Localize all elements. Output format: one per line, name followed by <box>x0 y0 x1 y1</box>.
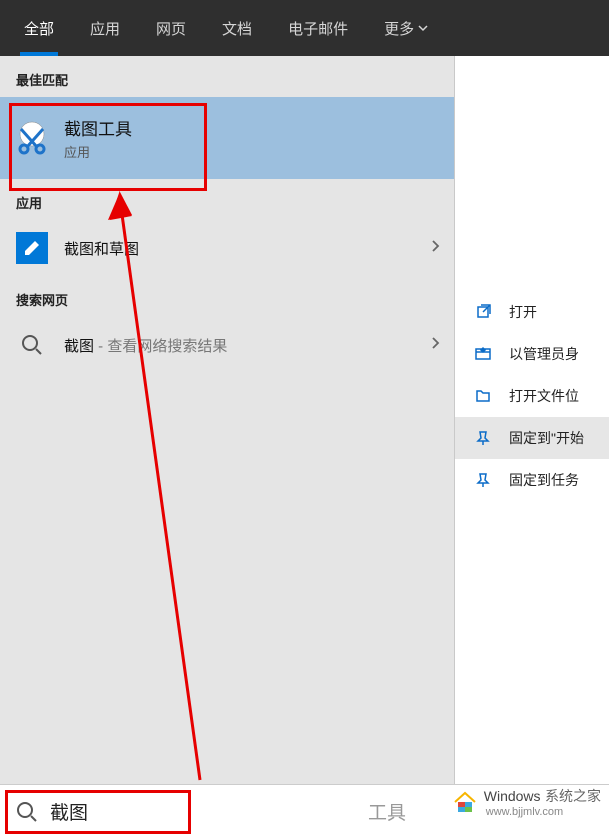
snip-sketch-icon <box>14 230 50 266</box>
action-label: 打开 <box>509 302 537 322</box>
best-match-title: 截图工具 <box>64 115 132 140</box>
action-open-location[interactable]: 打开文件位 <box>455 375 609 417</box>
folder-icon <box>473 388 493 404</box>
tab-email[interactable]: 电子邮件 <box>270 0 366 56</box>
results-left: 最佳匹配 截图工具 应用 应用 <box>0 56 455 784</box>
action-label: 固定到任务 <box>509 470 579 490</box>
action-pin-taskbar[interactable]: 固定到任务 <box>455 459 609 501</box>
action-label: 打开文件位 <box>509 386 579 406</box>
pin-icon <box>473 472 493 488</box>
watermark: Windows 系统之家 www.bjjmlv.com <box>452 786 601 818</box>
chevron-down-icon <box>418 20 428 37</box>
watermark-line2: 系统之家 <box>545 788 601 804</box>
tab-label: 电子邮件 <box>288 18 348 39</box>
section-apps: 应用 <box>0 179 454 220</box>
web-result-suffix: - 查看网络搜索结果 <box>94 338 227 355</box>
app-result-title: 截图和草图 <box>64 238 139 259</box>
snipping-tool-icon <box>14 120 50 156</box>
tab-web[interactable]: 网页 <box>138 0 204 56</box>
admin-icon <box>473 346 493 362</box>
search-icon <box>14 327 50 363</box>
app-result-row[interactable]: 截图和草图 <box>0 220 454 276</box>
action-label: 固定到"开始 <box>509 428 584 448</box>
web-result-term: 截图 <box>64 338 94 355</box>
preview-placeholder <box>455 56 609 291</box>
search-input[interactable] <box>50 801 370 823</box>
search-autocomplete: 工具 <box>368 798 406 825</box>
section-web: 搜索网页 <box>0 276 454 317</box>
tab-label: 应用 <box>90 18 120 39</box>
tab-label: 网页 <box>156 18 186 39</box>
filter-tabs: 全部 应用 网页 文档 电子邮件 更多 <box>0 0 609 56</box>
search-icon <box>16 801 38 823</box>
tab-docs[interactable]: 文档 <box>204 0 270 56</box>
results-panel: 最佳匹配 截图工具 应用 应用 <box>0 56 609 784</box>
results-right: 打开 以管理员身 打开文件位 固定到"开始 固定到任务 <box>455 56 609 784</box>
tab-label: 更多 <box>384 18 414 39</box>
chevron-right-icon <box>430 336 440 355</box>
open-icon <box>473 304 493 320</box>
best-match-result[interactable]: 截图工具 应用 <box>0 97 454 179</box>
house-icon <box>452 789 478 815</box>
pin-icon <box>473 430 493 446</box>
watermark-line1: Windows <box>484 788 541 804</box>
action-run-admin[interactable]: 以管理员身 <box>455 333 609 375</box>
tab-all[interactable]: 全部 <box>6 0 72 56</box>
tab-apps[interactable]: 应用 <box>72 0 138 56</box>
action-label: 以管理员身 <box>509 344 579 364</box>
tab-label: 文档 <box>222 18 252 39</box>
section-best-match: 最佳匹配 <box>0 56 454 97</box>
best-match-subtitle: 应用 <box>64 142 132 161</box>
web-result-row[interactable]: 截图 - 查看网络搜索结果 <box>0 317 454 373</box>
watermark-url: www.bjjmlv.com <box>486 806 601 818</box>
web-result-title: 截图 - 查看网络搜索结果 <box>64 335 227 356</box>
action-pin-start[interactable]: 固定到"开始 <box>455 417 609 459</box>
chevron-right-icon <box>430 239 440 258</box>
action-open[interactable]: 打开 <box>455 291 609 333</box>
tab-more[interactable]: 更多 <box>366 0 446 56</box>
tab-label: 全部 <box>24 18 54 39</box>
